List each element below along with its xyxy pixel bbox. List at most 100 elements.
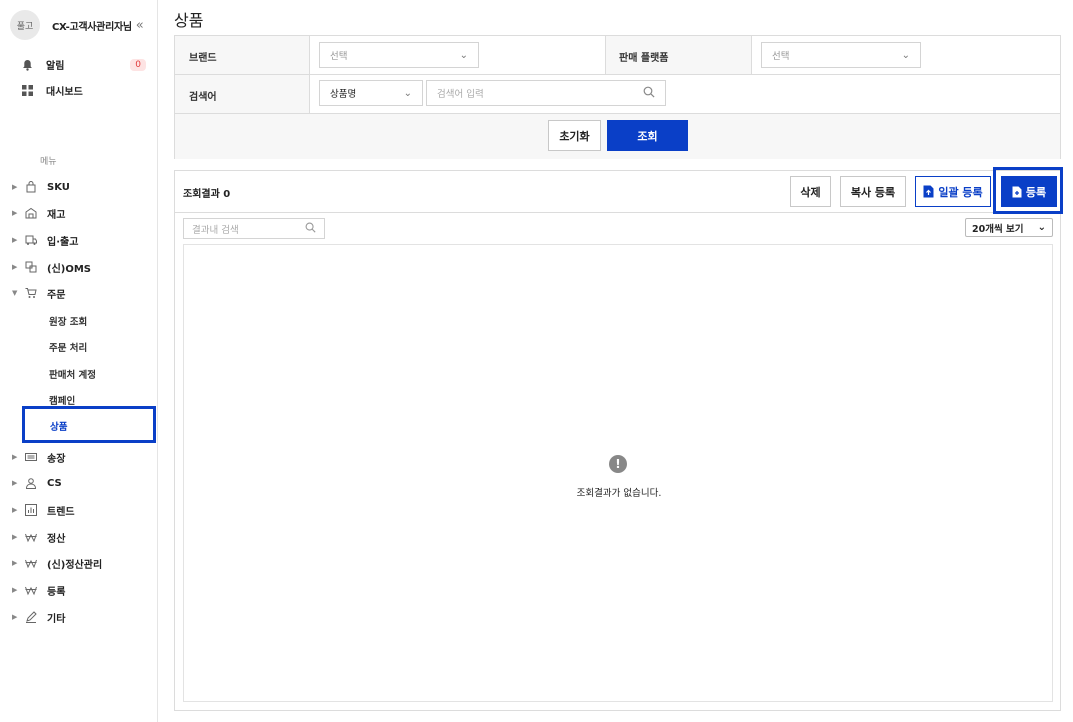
chevron-down-icon: ⌄: [403, 87, 412, 99]
bag-icon: [24, 180, 38, 194]
sidebar-item-label: 재고: [47, 209, 66, 221]
keyword-type-value: 상품명: [330, 89, 357, 100]
sidebar-item-label: 정산: [47, 533, 66, 545]
sidebar-item-sku[interactable]: ▶ SKU: [12, 178, 70, 196]
sidebar-item-label: 입·출고: [47, 236, 79, 248]
document-add-icon: [1012, 186, 1022, 198]
invoice-icon: [24, 450, 38, 464]
filter-row-brand: 브랜드 선택 ⌄ 판매 플랫폼 선택 ⌄: [175, 36, 1060, 75]
empty-message: 조회결과가 없습니다.: [576, 488, 662, 499]
menu-section-title: 메뉴: [40, 157, 57, 167]
keyword-input-placeholder: 검색어 입력: [437, 89, 484, 100]
sidebar-item-label: 트렌드: [47, 506, 75, 518]
chevron-down-icon: ⌄: [459, 49, 468, 61]
sidebar-item-settlement[interactable]: ▶ 정산: [12, 528, 65, 546]
bulk-register-label: 일괄 등록: [938, 185, 983, 199]
truck-icon: [24, 233, 38, 247]
chevron-right-icon: ▶: [12, 613, 18, 621]
sidebar-item-alerts[interactable]: 알림 0: [20, 57, 146, 72]
sidebar-item-cs[interactable]: ▶ CS: [12, 474, 62, 492]
sidebar-item-stock[interactable]: ▶ 재고: [12, 204, 65, 222]
keyword-input[interactable]: 검색어 입력: [426, 80, 666, 106]
reset-button[interactable]: 초기화: [548, 120, 601, 151]
sidebar-item-invoice[interactable]: ▶ 송장: [12, 448, 65, 466]
sidebar-item-new-settlement[interactable]: ▶ (신)정산관리: [12, 554, 102, 572]
dashboard-icon: [20, 84, 34, 98]
keyword-label: 검색어: [189, 92, 217, 103]
chevron-right-icon: ▶: [12, 506, 18, 514]
search-icon[interactable]: [305, 222, 316, 236]
filter-actions: 초기화 조회: [175, 114, 1060, 159]
chevron-right-icon: ▶: [12, 263, 18, 271]
chevron-right-icon: ▶: [12, 533, 18, 541]
platform-select[interactable]: 선택 ⌄: [761, 42, 921, 68]
result-search-input[interactable]: 결과내 검색: [183, 218, 325, 239]
sidebar-item-label: CS: [47, 477, 62, 489]
search-button[interactable]: 조회: [607, 120, 688, 151]
platform-select-value: 선택: [772, 51, 790, 62]
sidebar-item-label: 등록: [47, 586, 66, 598]
search-icon[interactable]: [643, 86, 655, 101]
profile-name: CX-고객사관리자님: [52, 21, 132, 33]
document-upload-icon: [923, 185, 934, 198]
bulk-register-button[interactable]: 일괄 등록: [915, 176, 991, 207]
sidebar-item-label: 기타: [47, 613, 66, 625]
result-count: 조회결과 0: [183, 189, 231, 200]
chevron-right-icon: ▶: [12, 479, 18, 487]
copy-register-button[interactable]: 복사 등록: [840, 176, 906, 207]
brand-select[interactable]: 선택 ⌄: [319, 42, 479, 68]
sidebar-item-label: 송장: [47, 453, 66, 465]
chevron-down-icon: ▼: [12, 289, 18, 297]
sidebar-item-label: (신)OMS: [47, 263, 91, 275]
chevron-right-icon: ▶: [12, 586, 18, 594]
results-panel: 조회결과 0 삭제 복사 등록 일괄 등록 등록 결과내 검색 20개씩 보기 …: [174, 167, 1063, 711]
delete-button[interactable]: 삭제: [790, 176, 831, 207]
sidebar-item-label: 대시보드: [46, 87, 83, 98]
sidebar-subitem-product[interactable]: 상품: [22, 406, 156, 443]
sidebar-subitem-order-process[interactable]: 주문 처리: [49, 340, 87, 354]
register-button[interactable]: 등록: [1001, 176, 1057, 207]
brand-select-value: 선택: [330, 51, 348, 62]
sidebar-subitem-ledger[interactable]: 원장 조회: [49, 314, 87, 328]
sidebar-item-etc[interactable]: ▶ 기타: [12, 608, 65, 626]
page-title: 상품: [174, 11, 204, 30]
sidebar-subitem-seller-account[interactable]: 판매처 계정: [49, 367, 96, 381]
page-size-select[interactable]: 20개씩 보기 ⌄: [965, 218, 1053, 237]
results-table-empty: ! 조회결과가 없습니다.: [183, 244, 1053, 702]
person-icon: [24, 476, 38, 490]
sidebar-item-label: SKU: [47, 181, 70, 193]
cart-icon: [24, 286, 38, 300]
register-label: 등록: [1025, 185, 1047, 199]
filter-panel: 브랜드 선택 ⌄ 판매 플랫폼 선택 ⌄ 검색어 상품명 ⌄ 검색어 입력 초기…: [174, 35, 1061, 159]
result-search-placeholder: 결과내 검색: [192, 224, 239, 236]
sidebar-item-register[interactable]: ▶ 등록: [12, 581, 65, 599]
sidebar-item-inout[interactable]: ▶ 입·출고: [12, 231, 78, 249]
exclamation-icon: !: [609, 455, 627, 473]
exchange-icon: [24, 260, 38, 274]
sidebar-item-trend[interactable]: ▶ 트렌드: [12, 501, 75, 519]
warehouse-icon: [24, 206, 38, 220]
results-header: 조회결과 0 삭제 복사 등록 일괄 등록 등록: [175, 167, 1063, 214]
sidebar-subitem-campaign[interactable]: 캠페인: [49, 393, 75, 407]
alert-count-badge: 0: [130, 58, 146, 71]
sidebar-item-label: 알림: [46, 61, 65, 72]
collapse-sidebar-icon[interactable]: «: [136, 18, 144, 33]
sidebar-item-label: (신)정산관리: [47, 559, 103, 571]
sidebar-item-order[interactable]: ▼ 주문: [12, 284, 65, 302]
brand-label: 브랜드: [189, 53, 217, 64]
chart-icon: [24, 503, 38, 517]
bell-icon: [20, 58, 34, 72]
won-icon: [24, 583, 38, 597]
sidebar-item-label: 주문: [47, 289, 66, 301]
chevron-down-icon: ⌄: [1037, 222, 1046, 233]
chevron-right-icon: ▶: [12, 183, 18, 191]
sidebar-subitem-label: 상품: [50, 422, 68, 433]
chevron-right-icon: ▶: [12, 559, 18, 567]
sidebar-item-new-oms[interactable]: ▶ (신)OMS: [12, 258, 91, 276]
sidebar-item-dashboard[interactable]: 대시보드: [20, 83, 146, 98]
chevron-right-icon: ▶: [12, 209, 18, 217]
chevron-right-icon: ▶: [12, 453, 18, 461]
won-icon: [24, 530, 38, 544]
keyword-type-select[interactable]: 상품명 ⌄: [319, 80, 423, 106]
page-size-value: 20개씩 보기: [972, 223, 1024, 235]
